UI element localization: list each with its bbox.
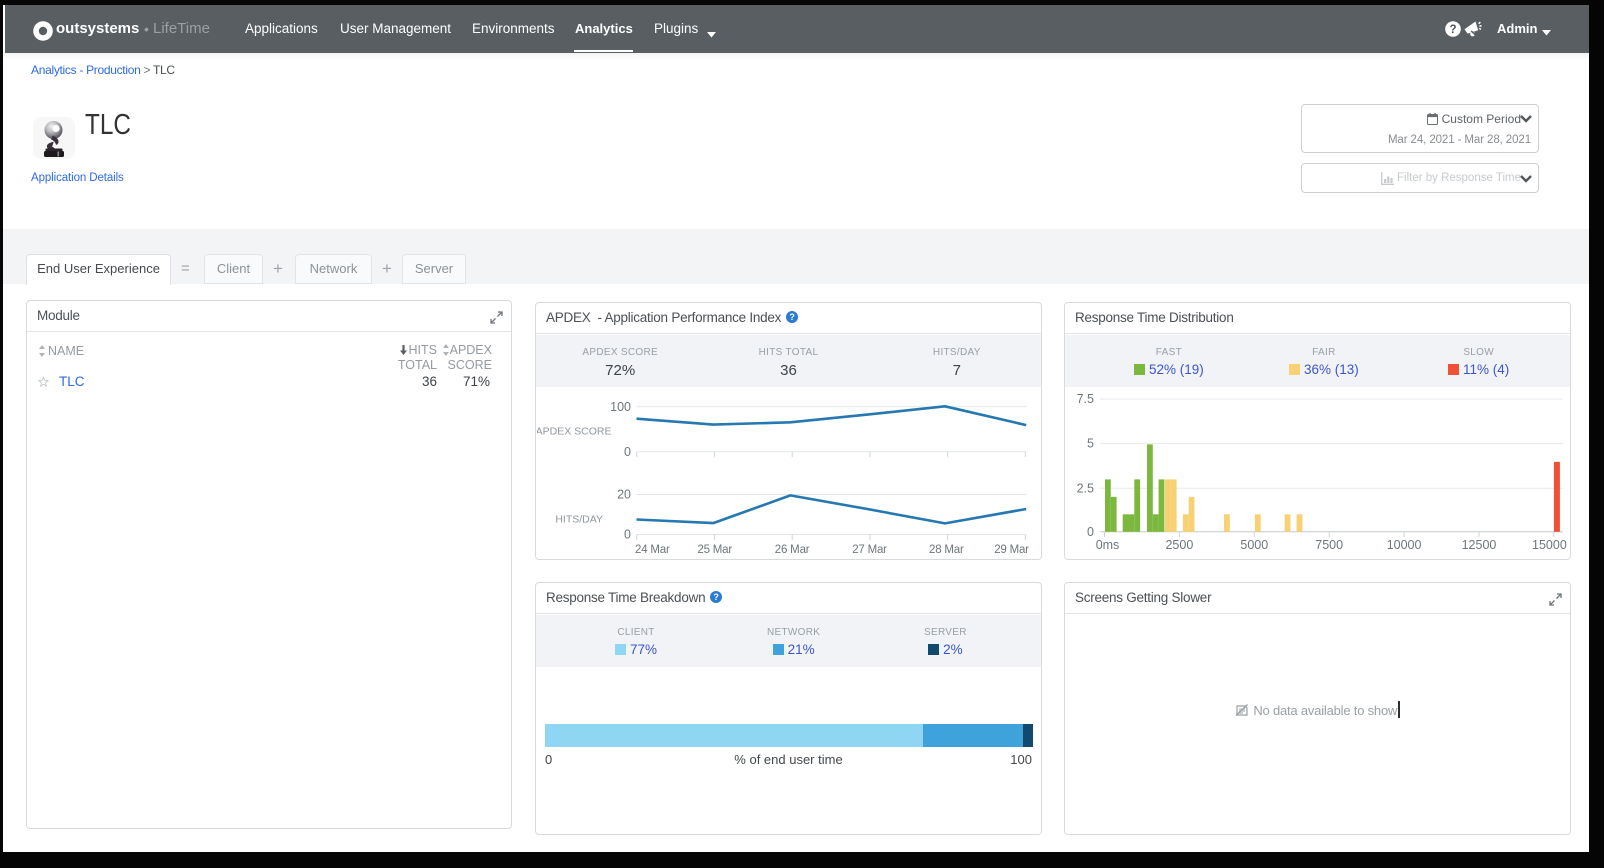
svg-text:APDEX SCORE: APDEX SCORE (537, 426, 612, 438)
svg-text:?: ? (714, 592, 719, 602)
svg-text:20: 20 (617, 488, 631, 502)
svg-text:HITS/DAY: HITS/DAY (555, 514, 603, 526)
svg-text:7.5: 7.5 (1077, 392, 1094, 406)
svg-text:7500: 7500 (1315, 538, 1343, 552)
svg-text:28 Mar: 28 Mar (929, 544, 964, 556)
svg-text:10000: 10000 (1387, 538, 1422, 552)
svg-text:15000: 15000 (1532, 538, 1567, 552)
svg-text:24 Mar: 24 Mar (635, 544, 670, 556)
svg-text:?: ? (790, 312, 795, 322)
svg-text:0ms: 0ms (1096, 538, 1120, 552)
svg-text:0: 0 (1087, 525, 1094, 539)
svg-text:25 Mar: 25 Mar (697, 544, 732, 556)
svg-text:26 Mar: 26 Mar (775, 544, 810, 556)
svg-text:0: 0 (624, 528, 631, 542)
svg-text:27 Mar: 27 Mar (852, 544, 887, 556)
svg-text:2.5: 2.5 (1077, 481, 1094, 495)
svg-text:2500: 2500 (1165, 538, 1193, 552)
svg-text:0: 0 (624, 445, 631, 459)
svg-text:29 Mar: 29 Mar (994, 544, 1029, 556)
svg-text:100: 100 (610, 400, 631, 414)
svg-text:5: 5 (1087, 437, 1094, 451)
svg-text:?: ? (1449, 24, 1456, 36)
svg-text:12500: 12500 (1462, 538, 1497, 552)
svg-text:5000: 5000 (1240, 538, 1268, 552)
